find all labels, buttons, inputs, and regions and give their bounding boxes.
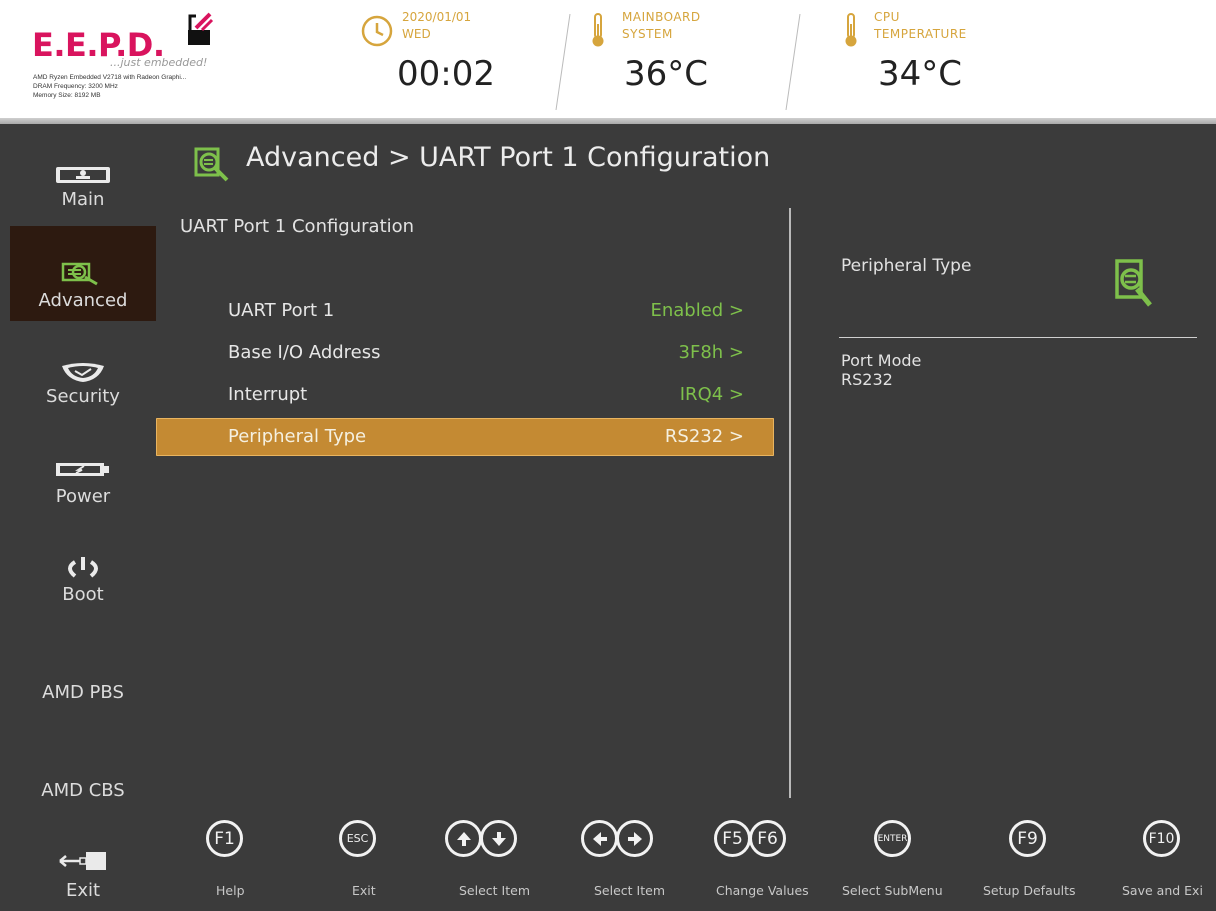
sidebar-item-amd-pbs[interactable]: AMD PBS: [10, 682, 156, 712]
key-label-change-values: Change Values: [716, 883, 809, 898]
setting-value: 3F8h >: [678, 342, 744, 363]
cpu-temp-label: CPU TEMPERATURE: [874, 9, 967, 43]
setting-name: UART Port 1: [228, 300, 335, 321]
key-f5-f6[interactable]: F5 F6: [714, 820, 786, 857]
header-separator: [555, 14, 571, 110]
key-f10[interactable]: F10: [1143, 820, 1180, 857]
right-arrow-icon: [616, 820, 653, 857]
sidebar-label: Main: [61, 189, 105, 210]
breadcrumb: Advanced > UART Port 1 Configuration: [246, 142, 771, 173]
sidebar-item-power[interactable]: Power: [10, 450, 156, 520]
system-info: AMD Ryzen Embedded V2718 with Radeon Gra…: [33, 73, 186, 100]
setting-name: Base I/O Address: [228, 342, 381, 363]
sidebar-label: Security: [46, 386, 120, 407]
date-text: 2020/01/01: [402, 10, 472, 24]
key-esc[interactable]: ESC: [339, 820, 376, 857]
tagline: ...just embedded!: [110, 56, 208, 69]
sidebar-label: Power: [55, 486, 111, 507]
sidebar-nav: Main Advanced Security Power Boot AMD PB…: [0, 130, 156, 911]
dram-info: DRAM Frequency: 3200 MHz: [33, 83, 118, 90]
key-circle: F5: [714, 820, 751, 857]
mainboard-label-line2: SYSTEM: [622, 27, 673, 41]
section-title: UART Port 1 Configuration: [180, 216, 415, 237]
mainboard-label-line1: MAINBOARD: [622, 10, 701, 24]
sidebar-label: Boot: [62, 584, 104, 605]
key-f9[interactable]: F9: [1009, 820, 1046, 857]
mainboard-temp-value: 36°C: [624, 54, 709, 94]
advanced-icon: [194, 147, 229, 182]
up-arrow-icon: [445, 820, 482, 857]
cpu-info: AMD Ryzen Embedded V2718 with Radeon Gra…: [33, 74, 187, 81]
key-circle: ESC: [339, 820, 376, 857]
sidebar-item-advanced[interactable]: Advanced: [10, 226, 156, 321]
sidebar-item-exit[interactable]: Exit: [10, 844, 156, 910]
sidebar-item-boot[interactable]: Boot: [10, 548, 156, 618]
sidebar-label: Exit: [65, 880, 101, 901]
key-label-select-item: Select Item: [594, 883, 665, 898]
advanced-icon: [1115, 259, 1152, 307]
advanced-icon: [61, 262, 98, 286]
time-value: 00:02: [397, 54, 495, 94]
key-circle: F6: [749, 820, 786, 857]
clock-icon: [361, 15, 393, 47]
help-divider: [839, 337, 1197, 338]
key-label-select-submenu: Select SubMenu: [842, 883, 943, 898]
help-line: RS232: [841, 370, 893, 389]
help-title: Peripheral Type: [841, 256, 972, 276]
mainboard-temp-label: MAINBOARD SYSTEM: [622, 9, 701, 43]
key-label-save-and-exit: Save and Exi: [1122, 883, 1203, 898]
monitor-icon: [56, 167, 110, 183]
setting-value: IRQ4 >: [679, 384, 744, 405]
key-label-exit: Exit: [352, 883, 376, 898]
panel-divider: [789, 208, 791, 798]
weekday-text: WED: [402, 27, 431, 41]
sidebar-label: AMD PBS: [42, 682, 124, 703]
key-circle: F1: [206, 820, 243, 857]
key-label-select-item: Select Item: [459, 883, 530, 898]
header-separator: [785, 14, 801, 110]
key-enter[interactable]: ENTER: [874, 820, 911, 857]
logo-mark-icon: [188, 12, 214, 45]
cpu-label-line2: TEMPERATURE: [874, 27, 967, 41]
setting-row-peripheral-type[interactable]: Peripheral Type RS232 >: [156, 418, 774, 456]
setting-row-uart-port[interactable]: UART Port 1 Enabled >: [156, 292, 774, 330]
setting-name: Interrupt: [228, 384, 308, 405]
setting-value: Enabled >: [650, 300, 744, 321]
thermometer-icon: [592, 13, 604, 47]
help-description: Port Mode RS232: [841, 351, 921, 389]
key-circle: ENTER: [874, 820, 911, 857]
battery-icon: [56, 463, 109, 476]
cpu-temp-value: 34°C: [878, 54, 963, 94]
key-f1[interactable]: F1: [206, 820, 243, 857]
date-block: 2020/01/01 WED: [402, 9, 471, 43]
header-bar: E.E.P.D. ...just embedded! AMD Ryzen Emb…: [0, 0, 1216, 124]
setting-value: RS232 >: [664, 426, 744, 447]
sidebar-label: Advanced: [38, 290, 128, 311]
sidebar-item-main[interactable]: Main: [10, 155, 156, 235]
thermometer-icon: [845, 13, 857, 47]
key-left-right[interactable]: [581, 820, 653, 857]
down-arrow-icon: [480, 820, 517, 857]
key-circle: F10: [1143, 820, 1180, 857]
memory-info: Memory Size: 8192 MB: [33, 92, 101, 99]
key-circle: F9: [1009, 820, 1046, 857]
help-line: Port Mode: [841, 351, 922, 370]
left-arrow-icon: [581, 820, 618, 857]
sidebar-item-amd-cbs[interactable]: AMD CBS: [10, 780, 156, 810]
key-label-help: Help: [216, 883, 245, 898]
setting-row-base-io-address[interactable]: Base I/O Address 3F8h >: [156, 334, 774, 372]
sidebar-item-security[interactable]: Security: [10, 350, 156, 420]
exit-icon: [59, 852, 106, 870]
shield-icon: [62, 363, 104, 382]
key-label-setup-defaults: Setup Defaults: [983, 883, 1076, 898]
power-icon: [68, 557, 98, 578]
cpu-label-line1: CPU: [874, 10, 900, 24]
setting-row-interrupt[interactable]: Interrupt IRQ4 >: [156, 376, 774, 414]
setting-name: Peripheral Type: [228, 426, 367, 447]
key-up-down[interactable]: [445, 820, 517, 857]
sidebar-label: AMD CBS: [41, 780, 125, 801]
